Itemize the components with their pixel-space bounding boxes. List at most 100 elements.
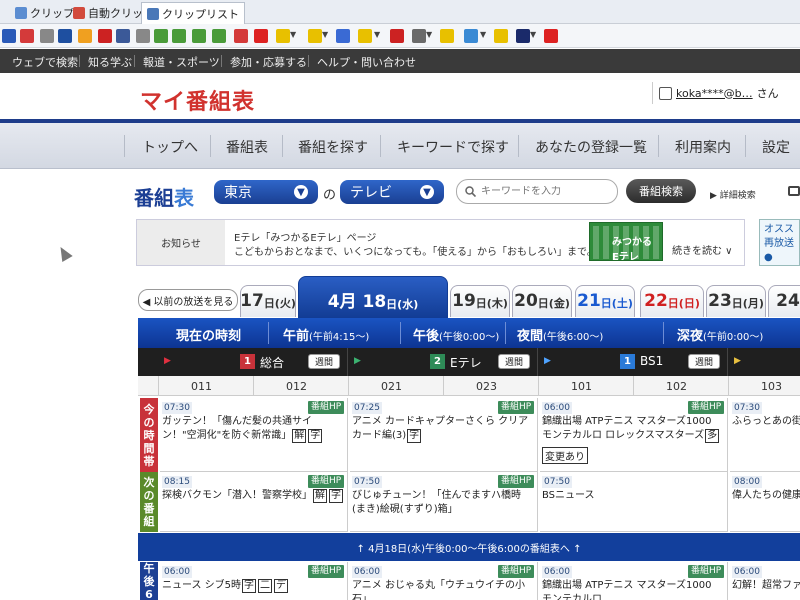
bookmark-icon[interactable]	[412, 29, 426, 43]
date-tab[interactable]: 22 日(日)	[640, 285, 704, 317]
program-title[interactable]: 錦織出場 ATPテニス マスターズ1000 モンテカルロ ロレックスマスターズ多	[542, 415, 724, 443]
nav-program-table[interactable]: 番組表	[226, 137, 268, 157]
chevron-right-icon[interactable]: ▶	[734, 356, 741, 366]
subchannel-label[interactable]: 103	[761, 380, 782, 393]
previous-broadcasts-button[interactable]: ◀ 以前の放送を見る	[138, 289, 238, 311]
program-homepage-link[interactable]: 番組HP	[498, 565, 535, 578]
bookmark-icon[interactable]	[212, 29, 226, 43]
bookmark-icon[interactable]	[276, 29, 290, 43]
site-logo[interactable]: マイ番組表	[140, 84, 255, 116]
read-more-link[interactable]: 続きを読む ∨	[672, 242, 733, 257]
date-tab[interactable]: 23 日(月)	[706, 285, 766, 317]
dropdown-arrow-icon[interactable]: ▼	[322, 30, 328, 39]
weekly-button[interactable]: 週間	[688, 354, 720, 369]
program-homepage-link[interactable]: 番組HP	[498, 401, 535, 414]
util-participate[interactable]: 参加・応募する	[230, 54, 307, 70]
search-button[interactable]: 番組検索	[626, 179, 696, 203]
bookmark-icon[interactable]	[2, 29, 16, 43]
bookmark-icon[interactable]	[336, 29, 350, 43]
bookmark-icon[interactable]	[464, 29, 478, 43]
bookmark-icon[interactable]	[172, 29, 186, 43]
subchannel-label[interactable]: 102	[666, 380, 687, 393]
time-slot-4[interactable]: 深夜(午前0:00～)	[677, 325, 763, 344]
dropdown-arrow-icon[interactable]: ▼	[480, 30, 486, 39]
subchannel-label[interactable]: 101	[571, 380, 592, 393]
program-homepage-link[interactable]: 番組HP	[688, 401, 725, 414]
detail-search-link[interactable]: ▶ 詳細検索	[710, 188, 756, 201]
program-homepage-link[interactable]: 番組HP	[688, 565, 725, 578]
dropdown-arrow-icon[interactable]: ▼	[530, 30, 536, 39]
nav-settings[interactable]: 設定	[762, 137, 790, 157]
keyword-search[interactable]	[456, 179, 618, 204]
program-homepage-link[interactable]: 番組HP	[308, 565, 345, 578]
weekly-button[interactable]: 週間	[498, 354, 530, 369]
user-account[interactable]: koka****@b… さん	[652, 82, 800, 104]
bookmark-icon[interactable]	[544, 29, 558, 43]
bookmark-icon[interactable]	[58, 29, 72, 43]
region-select[interactable]: 東京 ▼	[214, 180, 318, 204]
print-icon[interactable]	[788, 186, 800, 196]
date-tab[interactable]: 24	[768, 285, 800, 317]
search-input[interactable]	[481, 186, 601, 197]
bookmark-icon[interactable]	[192, 29, 206, 43]
bookmark-icon[interactable]	[20, 29, 34, 43]
subchannel-label[interactable]: 023	[476, 380, 497, 393]
program-title[interactable]: 探検バクモン「潜入！警察学校」解字	[162, 489, 344, 503]
subchannel-label[interactable]: 011	[191, 380, 212, 393]
program-title[interactable]: びじゅチューン！「住んでますハ橋時(まき)絵硯(すずり)箱」	[352, 489, 534, 517]
bookmark-icon[interactable]	[154, 29, 168, 43]
util-learn[interactable]: 知る学ぶ	[88, 54, 132, 70]
util-help[interactable]: ヘルプ・問い合わせ	[317, 54, 416, 70]
date-tab[interactable]: 17 日(火)	[240, 285, 296, 317]
program-title[interactable]: BSニュース	[542, 489, 724, 503]
program-title[interactable]: 錦織出場 ATPテニス マスターズ1000 モンテカルロ	[542, 579, 724, 600]
dropdown-arrow-icon[interactable]: ▼	[290, 30, 296, 39]
time-slot-0[interactable]: 現在の時刻	[176, 325, 241, 344]
date-tab[interactable]: 19 日(木)	[450, 285, 510, 317]
dropdown-arrow-icon[interactable]: ▼	[374, 30, 380, 39]
dropdown-arrow-icon[interactable]: ▼	[426, 30, 432, 39]
channel-type-select[interactable]: テレビ ▼	[340, 180, 444, 204]
bookmark-icon[interactable]	[254, 29, 268, 43]
chevron-right-icon[interactable]: ▶	[354, 356, 361, 366]
bookmark-icon[interactable]	[358, 29, 372, 43]
date-tab[interactable]: 4月 18 日(水)	[298, 276, 448, 318]
time-slot-1[interactable]: 午前(午前4:15～)	[283, 325, 369, 344]
tab-clip-list[interactable]: クリップリスト	[141, 2, 245, 24]
time-slot-2[interactable]: 午後(午後0:00～)	[413, 325, 499, 344]
util-news-sports[interactable]: 報道・スポーツ	[143, 54, 220, 70]
bookmark-icon[interactable]	[516, 29, 530, 43]
time-slot-3[interactable]: 夜間(午後6:00～)	[517, 325, 603, 344]
nav-keyword-search[interactable]: キーワードで探す	[397, 137, 509, 157]
notice-thumbnail[interactable]: みつかる Eテレ	[589, 222, 663, 261]
program-title[interactable]: ニュース シブ5時字二デ	[162, 579, 344, 593]
date-tab[interactable]: 21 日(土)	[575, 285, 635, 317]
notice-title[interactable]: Eテレ「みつかるEテレ」ページ	[234, 229, 376, 244]
bookmark-icon[interactable]	[494, 29, 508, 43]
bookmark-icon[interactable]	[390, 29, 404, 43]
user-name[interactable]: koka****@b…	[676, 87, 753, 100]
chevron-right-icon[interactable]: ▶	[164, 356, 171, 366]
bookmark-icon[interactable]	[308, 29, 322, 43]
program-homepage-link[interactable]: 番組HP	[308, 401, 345, 414]
bookmark-icon[interactable]	[40, 29, 54, 43]
program-title[interactable]: 偉人たちの健康診断 ト大作戦」字	[732, 489, 800, 503]
bookmark-icon[interactable]	[98, 29, 112, 43]
subchannel-label[interactable]: 012	[286, 380, 307, 393]
jump-afternoon-link[interactable]: ↑ 4月18日(水)午後0:00〜午後6:00の番組表へ ↑	[138, 533, 800, 561]
program-homepage-link[interactable]: 番組HP	[308, 475, 345, 488]
chevron-right-icon[interactable]: ▶	[544, 356, 551, 366]
bookmark-icon[interactable]	[234, 29, 248, 43]
date-tab[interactable]: 20 日(金)	[512, 285, 572, 317]
weekly-button[interactable]: 週間	[308, 354, 340, 369]
subchannel-label[interactable]: 021	[381, 380, 402, 393]
bookmark-icon[interactable]	[116, 29, 130, 43]
bookmark-icon[interactable]	[78, 29, 92, 43]
program-title[interactable]: 幻解！超常ファイル	[732, 579, 800, 593]
nav-my-registrations[interactable]: あなたの登録一覧	[535, 137, 647, 157]
nav-top[interactable]: トップへ	[142, 137, 198, 157]
util-web-search[interactable]: ウェブで検索	[12, 54, 78, 70]
bookmark-icon[interactable]	[440, 29, 454, 43]
program-title[interactable]: アニメ カードキャプターさくら クリアカード編(3) 字	[352, 415, 534, 443]
program-title[interactable]: ふらっとあの街 ラン」字	[732, 415, 800, 429]
